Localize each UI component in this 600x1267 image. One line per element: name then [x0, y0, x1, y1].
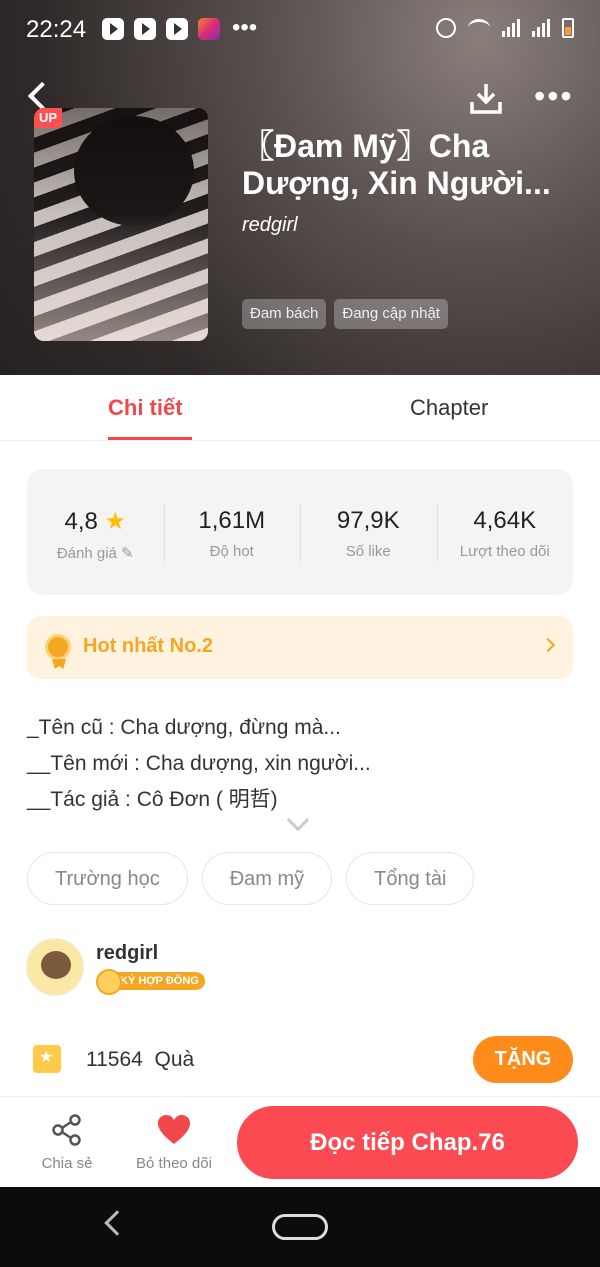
avatar[interactable]: [26, 938, 84, 996]
up-badge: UP: [34, 108, 62, 128]
share-label: Chia sẻ: [41, 1155, 93, 1172]
genre-tag[interactable]: Tổng tài: [346, 852, 475, 905]
tag-status: Đang cập nhật: [334, 299, 448, 329]
stat-follows: 4,64K Lượt theo dõi: [436, 469, 574, 595]
share-icon: [52, 1114, 81, 1146]
chevron-right-icon: [540, 637, 556, 653]
signal-icon: [502, 19, 520, 37]
continue-reading-button[interactable]: Đọc tiếp Chap.76: [237, 1106, 578, 1179]
heart-icon: [158, 1115, 190, 1144]
stat-label: Lượt theo dõi: [459, 543, 550, 560]
tab-chapter[interactable]: Chapter: [410, 395, 488, 421]
nav-home-icon[interactable]: [272, 1214, 328, 1240]
stat-label: Độ hot: [209, 543, 254, 560]
description-line: __Tên mới : Cha dượng, xin người...: [27, 752, 371, 775]
description-line: _Tên cũ : Cha dượng, đừng mà...: [27, 716, 341, 739]
tab-indicator: [108, 437, 192, 440]
youtube-icon: [102, 18, 124, 40]
book-tags: Đam bách Đang cập nhật: [242, 299, 448, 329]
tab-details[interactable]: Chi tiết: [108, 395, 183, 421]
contract-badge: KÝ HỢP ĐỒNG: [96, 969, 205, 995]
gift-icon: [33, 1045, 61, 1073]
bottom-action-bar: Chia sẻ Bỏ theo dõi Đọc tiếp Chap.76: [0, 1096, 600, 1187]
tag-type: Đam bách: [242, 299, 327, 329]
uploader-name[interactable]: redgirl: [96, 942, 158, 965]
gift-count-label: Quà: [154, 1048, 195, 1071]
stat-likes: 97,9K Số like: [300, 469, 437, 595]
alarm-icon: [436, 18, 456, 38]
signal-icon: [532, 19, 550, 37]
hot-rank-banner[interactable]: Hot nhất No.2: [27, 616, 573, 679]
book-author[interactable]: redgirl: [242, 214, 298, 237]
download-icon[interactable]: [468, 80, 504, 116]
stats-panel: 4,8 ★ Đánh giá ✎ 1,61M Độ hot 97,9K Số l…: [27, 469, 573, 595]
genre-tag[interactable]: Đam mỹ: [201, 852, 333, 905]
book-cover: [34, 108, 208, 341]
stat-value: 4,8: [64, 508, 98, 535]
stat-value: 4,64K: [473, 507, 537, 534]
more-options-icon[interactable]: •••: [534, 80, 574, 112]
stat-label: Đánh giá: [56, 545, 117, 562]
unfollow-label: Bỏ theo dõi: [136, 1155, 212, 1172]
gift-count: 11564 Quà: [86, 1048, 194, 1072]
stat-hot: 1,61M Độ hot: [163, 469, 301, 595]
system-icons: [436, 18, 574, 38]
stat-label: Số like: [345, 543, 391, 560]
status-time: 22:24: [26, 16, 87, 43]
edit-icon: ✎: [121, 545, 134, 562]
notification-icons: •••: [102, 14, 258, 41]
gift-count-value: 11564: [86, 1048, 143, 1071]
share-button[interactable]: Chia sẻ: [35, 1113, 99, 1172]
genre-tags: Trường học Đam mỹ Tổng tài: [27, 852, 475, 905]
status-bar: 22:24 •••: [0, 0, 600, 60]
battery-icon: [562, 18, 574, 38]
stat-value: 1,61M: [198, 507, 266, 534]
medal-icon: [45, 634, 71, 660]
video-app-icon: [134, 18, 156, 40]
book-header: 22:24 ••• ••• UP 〖Đam Mỹ〗Cha Dượng, Xin …: [0, 0, 600, 375]
instagram-icon: [198, 18, 220, 40]
genre-tag[interactable]: Trường học: [27, 852, 188, 905]
book-description: _Tên cũ : Cha dượng, đừng mà... __Tên mớ…: [27, 710, 573, 818]
stat-rating[interactable]: 4,8 ★ Đánh giá ✎: [27, 469, 164, 595]
more-notifications-icon: •••: [232, 14, 258, 41]
star-icon: ★: [104, 508, 127, 535]
gift-button[interactable]: TẶNG: [473, 1036, 573, 1083]
hot-rank-text: Hot nhất No.2: [83, 635, 213, 657]
wifi-icon: [468, 19, 490, 37]
tab-bar: Chi tiết Chapter: [0, 375, 600, 441]
unfollow-button[interactable]: Bỏ theo dõi: [130, 1113, 218, 1172]
stat-value: 97,9K: [336, 507, 400, 534]
book-title: 〖Đam Mỹ〗Cha Dượng, Xin Người...: [242, 128, 551, 201]
youtube-icon: [166, 18, 188, 40]
